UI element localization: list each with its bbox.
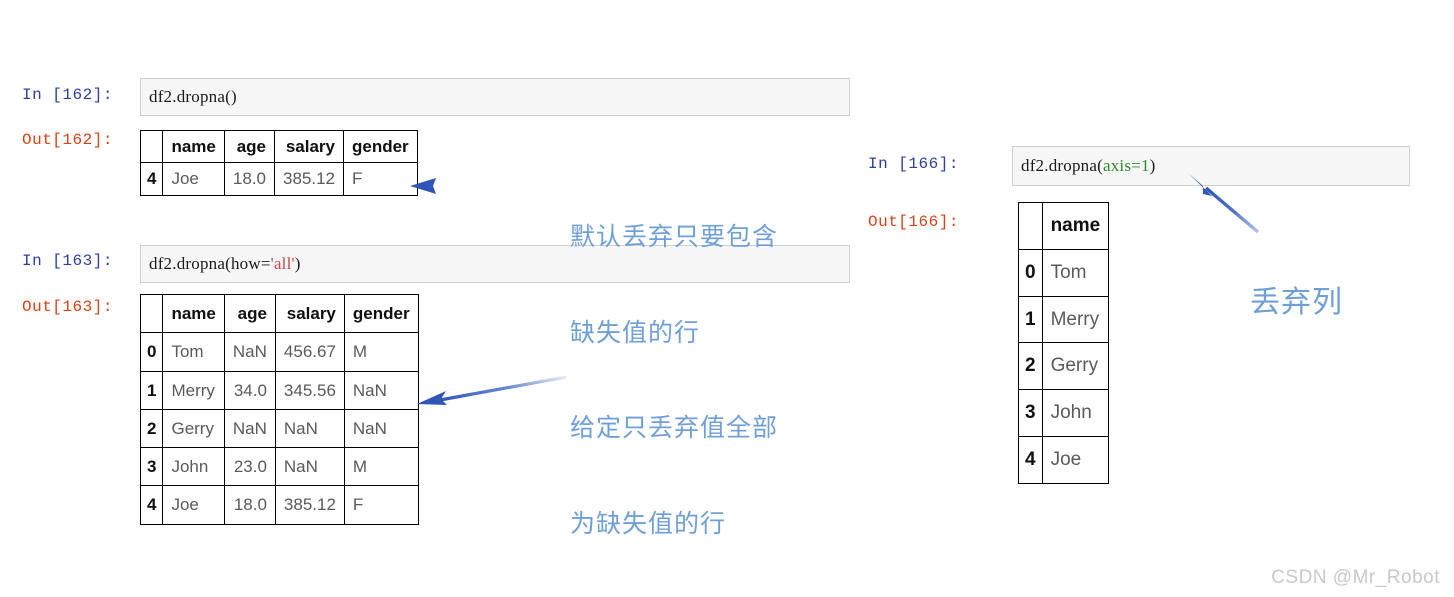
code-prefix-166: df2.dropna( <box>1021 156 1103 175</box>
cell-gender: F <box>342 162 418 196</box>
cell-name: Joe <box>1041 435 1110 484</box>
code-suffix-162: ) <box>230 87 237 106</box>
code-cell-166[interactable]: df2.dropna(axis=1) <box>1012 146 1410 186</box>
table-row: 0 Tom NaN 456.67 M <box>139 332 419 372</box>
cell-age: 18.0 <box>223 162 275 196</box>
out-prompt-163: Out[163]: <box>22 298 113 316</box>
dataframe-table-162: name age salary gender 4 Joe 18.0 385.12… <box>139 129 418 196</box>
cell-gender: M <box>343 332 419 372</box>
row-index: 0 <box>1018 248 1043 297</box>
cell-name: Gerry <box>162 408 225 449</box>
dataframe-table-163: name age salary gender 0 Tom NaN 456.67 … <box>139 293 419 525</box>
cell-salary: NaN <box>274 408 345 449</box>
column-header-name: name <box>162 293 225 334</box>
table-row: 2 Gerry NaN NaN NaN <box>139 408 419 449</box>
annotation-how-all: 给定只丢弃值全部 为缺失值的行 <box>570 348 778 572</box>
code-prefix-163: df2.dropna(how= <box>149 254 271 273</box>
column-header-name: name <box>162 129 225 164</box>
cell-age: 34.0 <box>223 370 276 410</box>
cell-name: Joe <box>162 162 225 196</box>
annotation-line-2: 为缺失值的行 <box>570 510 727 538</box>
annotation-line-1: 给定只丢弃值全部 <box>570 414 779 442</box>
out-prompt-162: Out[162]: <box>22 131 113 149</box>
cell-age: 18.0 <box>223 485 276 525</box>
arrow-to-row-163 <box>417 375 567 405</box>
table-header-row: name age salary gender <box>139 129 418 164</box>
cell-name: Merry <box>162 370 225 410</box>
row-index: 4 <box>1018 435 1043 484</box>
code-text-162: df2.dropna() <box>149 87 237 107</box>
row-index: 0 <box>139 332 164 372</box>
table-header-row: name <box>1018 202 1110 250</box>
cell-gender: NaN <box>343 408 419 449</box>
column-header-gender: gender <box>343 293 419 334</box>
row-index: 4 <box>139 162 164 196</box>
table-row: 2 Gerry <box>1018 342 1110 390</box>
annotation-line-2: 缺失值的行 <box>570 319 701 347</box>
row-index: 2 <box>1018 342 1043 390</box>
cell-name: John <box>1041 389 1110 437</box>
code-arg-166: axis=1 <box>1102 156 1150 175</box>
column-header-salary: salary <box>274 293 345 334</box>
cell-age: NaN <box>223 408 276 449</box>
cell-salary: 385.12 <box>274 485 345 525</box>
cell-salary: 385.12 <box>273 162 344 196</box>
cell-age: 23.0 <box>223 446 276 487</box>
row-index: 3 <box>139 446 164 487</box>
table-row: 0 Tom <box>1018 248 1110 297</box>
table-row: 4 Joe 18.0 385.12 F <box>139 485 419 525</box>
cell-salary: 345.56 <box>274 370 345 410</box>
table-row: 3 John <box>1018 389 1110 437</box>
column-header-gender: gender <box>342 129 418 164</box>
cell-age: NaN <box>223 332 276 372</box>
cell-gender: M <box>343 446 419 487</box>
column-header-index <box>139 293 164 334</box>
cell-gender: NaN <box>343 370 419 410</box>
dataframe-table-166: name 0 Tom 1 Merry 2 Gerry 3 John 4 Joe <box>1018 202 1110 484</box>
cell-name: Gerry <box>1041 342 1110 390</box>
row-index: 3 <box>1018 389 1043 437</box>
code-text-166: df2.dropna(axis=1) <box>1021 156 1156 176</box>
code-suffix-163: ) <box>294 254 301 273</box>
code-arg-163: 'all' <box>270 254 295 273</box>
code-text-163: df2.dropna(how='all') <box>149 254 301 274</box>
cell-salary: 456.67 <box>274 332 345 372</box>
cell-gender: F <box>343 485 419 525</box>
column-header-name: name <box>1041 202 1110 250</box>
table-header-row: name age salary gender <box>139 293 419 334</box>
column-header-index <box>1018 202 1043 250</box>
table-row: 4 Joe <box>1018 435 1110 484</box>
in-prompt-162: In [162]: <box>22 86 113 104</box>
column-header-age: age <box>223 129 275 164</box>
code-cell-162[interactable]: df2.dropna() <box>140 78 850 116</box>
cell-name: Merry <box>1041 295 1110 344</box>
watermark: CSDN @Mr_Robot <box>1271 567 1440 588</box>
cell-name: Tom <box>1041 248 1110 297</box>
in-prompt-163: In [163]: <box>22 252 113 270</box>
row-index: 1 <box>1018 295 1043 344</box>
annotation-drop-columns: 丢弃列 <box>1250 207 1343 361</box>
table-row: 1 Merry <box>1018 295 1110 344</box>
code-prefix-162: df2.dropna( <box>149 87 231 106</box>
annotation-line-1: 默认丢弃只要包含 <box>570 223 779 251</box>
out-prompt-166: Out[166]: <box>868 213 959 231</box>
arrow-to-row-162 <box>410 178 560 194</box>
row-index: 2 <box>139 408 164 449</box>
row-index: 4 <box>139 485 164 525</box>
in-prompt-166: In [166]: <box>868 155 959 173</box>
column-header-salary: salary <box>273 129 344 164</box>
column-header-index <box>139 129 164 164</box>
cell-name: Tom <box>162 332 225 372</box>
table-row: 4 Joe 18.0 385.12 F <box>139 162 418 196</box>
cell-salary: NaN <box>274 446 345 487</box>
row-index: 1 <box>139 370 164 410</box>
column-header-age: age <box>223 293 276 334</box>
cell-name: Joe <box>162 485 225 525</box>
cell-name: John <box>162 446 225 487</box>
annotation-line-1: 丢弃列 <box>1250 285 1343 319</box>
code-suffix-166: ) <box>1149 156 1156 175</box>
table-row: 3 John 23.0 NaN M <box>139 446 419 487</box>
table-row: 1 Merry 34.0 345.56 NaN <box>139 370 419 410</box>
